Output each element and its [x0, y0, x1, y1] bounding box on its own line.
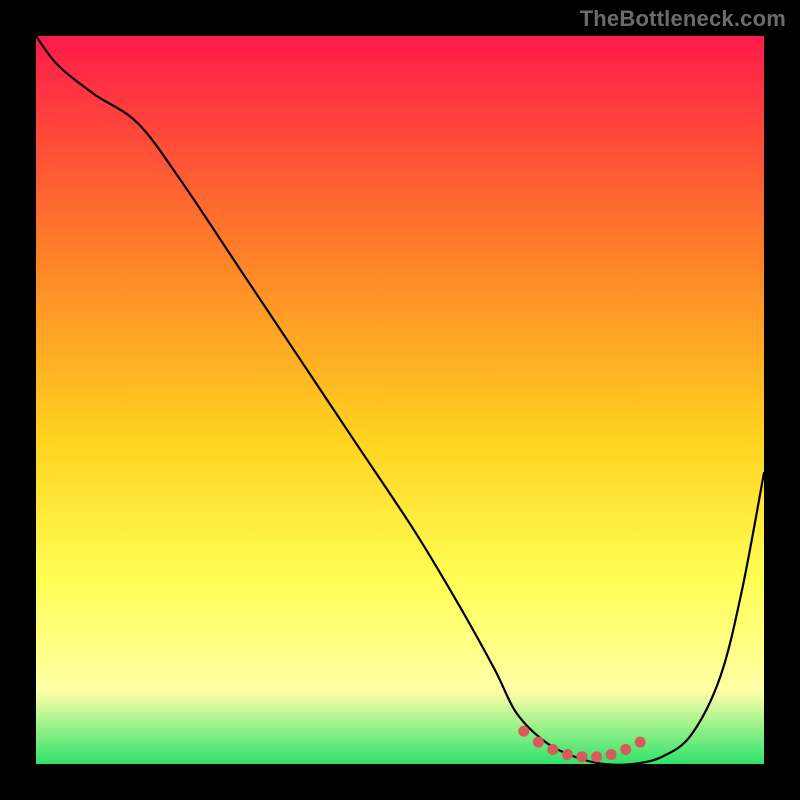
marker-dot [591, 751, 602, 762]
marker-dot [533, 737, 544, 748]
marker-dot [635, 737, 646, 748]
chart-frame: TheBottleneck.com [0, 0, 800, 800]
marker-dot [547, 744, 558, 755]
marker-dot [562, 749, 573, 760]
marker-dot [620, 744, 631, 755]
marker-dot [606, 749, 617, 760]
marker-dot [518, 726, 529, 737]
watermark-text: TheBottleneck.com [580, 6, 786, 32]
plot-svg [36, 36, 764, 764]
plot-area [36, 36, 764, 764]
gradient-background [36, 36, 764, 764]
marker-dot [577, 751, 588, 762]
